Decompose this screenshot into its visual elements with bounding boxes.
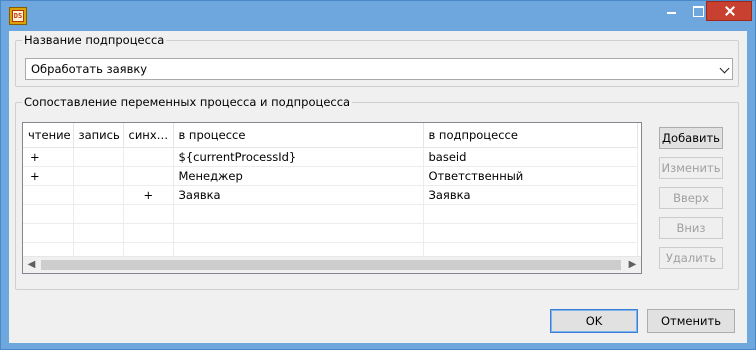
cell-sync (123, 166, 174, 186)
mapping-table[interactable]: чтение запись синх… в процессе в подпроц… (22, 122, 642, 274)
cell-write (73, 147, 124, 167)
cell-write (73, 223, 124, 243)
table-row[interactable]: + Заявка Заявка (23, 185, 638, 205)
cell-write (73, 166, 124, 186)
column-header-in-process[interactable]: в процессе (173, 123, 424, 148)
cell-subprocess-var (423, 204, 638, 224)
cell-process-var (173, 204, 424, 224)
column-header-read[interactable]: чтение (23, 123, 74, 148)
cell-sync (123, 223, 174, 243)
column-header-write[interactable]: запись (73, 123, 124, 148)
cell-process-var: ${currentProcessId} (173, 147, 424, 167)
cell-read (23, 204, 74, 224)
subprocess-name-group: Название подпроцесса Обработать заявку (15, 33, 739, 87)
cell-subprocess-var: baseid (423, 147, 638, 167)
column-header-in-subprocess[interactable]: в подпроцессе (423, 123, 638, 148)
dialog-client-area: Название подпроцесса Обработать заявку С… (9, 31, 747, 343)
table-row[interactable]: + Менеджер Ответственный (23, 166, 638, 186)
cell-read: + (23, 166, 74, 186)
cell-write (73, 185, 124, 205)
cell-sync (123, 204, 174, 224)
table-row[interactable] (23, 223, 638, 243)
move-down-button[interactable]: Вниз (659, 217, 723, 239)
minimize-icon[interactable] (658, 1, 684, 21)
cell-process-var: Менеджер (173, 166, 424, 186)
cell-sync: + (123, 185, 174, 205)
variable-mapping-legend: Сопоставление переменных процесса и подп… (22, 95, 353, 109)
cell-process-var (173, 223, 424, 243)
add-button[interactable]: Добавить (659, 127, 723, 149)
cell-process-var: Заявка (173, 185, 424, 205)
app-logo-icon: DS (9, 7, 27, 25)
dialog-window: DS Название подпроцесса Обработать заявк… (0, 0, 756, 350)
scroll-right-icon[interactable]: ▶ (624, 257, 641, 273)
horizontal-scrollbar[interactable]: ◀ ▶ (23, 256, 641, 273)
app-logo-text: DS (12, 10, 24, 22)
scrollbar-thumb[interactable] (41, 260, 621, 270)
subprocess-combo-value: Обработать заявку (31, 62, 148, 76)
cell-read: + (23, 147, 74, 167)
cancel-button[interactable]: Отменить (647, 309, 735, 333)
cell-read (23, 223, 74, 243)
table-header-row: чтение запись синх… в процессе в подпроц… (23, 123, 638, 148)
ok-button[interactable]: OK (550, 309, 638, 333)
chevron-down-icon[interactable] (719, 63, 730, 74)
column-header-sync[interactable]: синх… (123, 123, 174, 148)
title-bar: DS (1, 1, 755, 31)
close-icon[interactable] (706, 1, 752, 21)
subprocess-combo[interactable]: Обработать заявку (25, 58, 733, 80)
delete-button[interactable]: Удалить (659, 247, 723, 269)
edit-button[interactable]: Изменить (659, 157, 723, 179)
move-up-button[interactable]: Вверх (659, 187, 723, 209)
table-row[interactable]: + ${currentProcessId} baseid (23, 147, 638, 167)
cell-subprocess-var: Ответственный (423, 166, 638, 186)
cell-subprocess-var: Заявка (423, 185, 638, 205)
table-row[interactable] (23, 204, 638, 224)
cell-write (73, 204, 124, 224)
scroll-left-icon[interactable]: ◀ (23, 257, 40, 273)
cell-sync (123, 147, 174, 167)
mapping-table-grid: чтение запись синх… в процессе в подпроц… (23, 123, 638, 262)
cell-read (23, 185, 74, 205)
subprocess-name-legend: Название подпроцесса (22, 33, 167, 47)
cell-subprocess-var (423, 223, 638, 243)
